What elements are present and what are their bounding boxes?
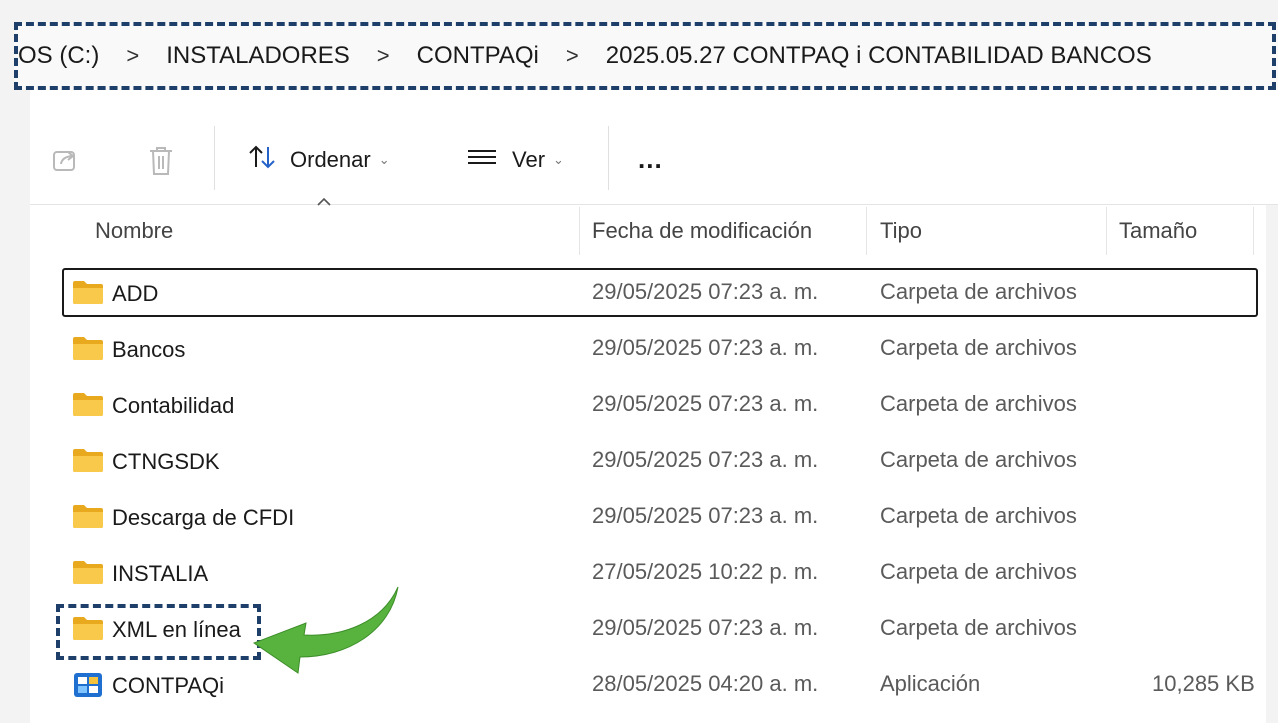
toolbar-divider	[608, 126, 609, 190]
pointer-arrow-icon	[252, 586, 399, 674]
column-header-size[interactable]: Tamaño	[1119, 212, 1197, 250]
file-name[interactable]: CTNGSDK	[112, 449, 220, 475]
file-date: 27/05/2025 10:22 p. m.	[592, 559, 819, 584]
sort-label: Ordenar	[290, 147, 371, 172]
file-size: 10,285 KB	[1152, 671, 1255, 696]
column-header-name[interactable]: Nombre	[95, 212, 173, 250]
sort-button[interactable]: Ordenar ⌄	[246, 140, 390, 180]
file-name[interactable]: INSTALIA	[112, 561, 208, 587]
folder-icon	[73, 561, 103, 584]
file-type: Carpeta de archivos	[880, 559, 1077, 584]
file-type: Carpeta de archivos	[880, 503, 1077, 528]
folder-icon	[73, 337, 103, 360]
folder-icon	[73, 449, 103, 472]
breadcrumb-separator[interactable]: >	[566, 43, 579, 69]
view-label: Ver	[512, 147, 546, 172]
column-divider[interactable]	[866, 207, 867, 255]
file-name[interactable]: Contabilidad	[112, 393, 234, 419]
file-date: 29/05/2025 07:23 a. m.	[592, 391, 819, 416]
file-name[interactable]: Bancos	[112, 337, 185, 363]
breadcrumb-separator[interactable]: >	[126, 43, 139, 69]
column-divider[interactable]	[579, 207, 580, 255]
delete-icon[interactable]	[146, 145, 176, 182]
toolbar-divider	[214, 126, 215, 190]
view-list-icon	[466, 145, 498, 175]
breadcrumb[interactable]: OS (C:) > INSTALADORES > CONTPAQi > 2025…	[14, 22, 1278, 90]
file-type: Carpeta de archivos	[880, 335, 1077, 360]
chevron-down-icon: ⌄	[553, 152, 564, 167]
file-type: Carpeta de archivos	[880, 391, 1077, 416]
file-type: Aplicación	[880, 671, 981, 696]
file-name[interactable]: CONTPAQi	[112, 673, 224, 699]
breadcrumb-separator[interactable]: >	[377, 43, 390, 69]
column-divider[interactable]	[1253, 207, 1254, 255]
file-type: Carpeta de archivos	[880, 615, 1077, 640]
file-date: 29/05/2025 07:23 a. m.	[592, 447, 819, 472]
view-button[interactable]: Ver ⌄	[466, 140, 564, 180]
file-name[interactable]: ADD	[112, 281, 158, 307]
file-date: 29/05/2025 07:23 a. m.	[592, 615, 819, 640]
breadcrumb-item-drive[interactable]: OS (C:)	[18, 42, 99, 70]
app-icon	[74, 673, 102, 697]
folder-icon	[73, 393, 103, 416]
file-type: Carpeta de archivos	[880, 447, 1077, 472]
chevron-down-icon: ⌄	[378, 152, 390, 167]
file-name[interactable]: Descarga de CFDI	[112, 505, 294, 531]
breadcrumb-item-current-folder[interactable]: 2025.05.27 CONTPAQ i CONTABILIDAD BANCOS	[606, 42, 1152, 70]
file-date: 29/05/2025 07:23 a. m.	[592, 503, 819, 528]
breadcrumb-item-instaladores[interactable]: INSTALADORES	[166, 42, 350, 70]
column-divider[interactable]	[1106, 207, 1107, 255]
sort-icon	[246, 143, 282, 177]
share-icon[interactable]	[50, 145, 80, 180]
column-header-type[interactable]: Tipo	[880, 212, 922, 250]
folder-icon	[73, 505, 103, 528]
window-left-edge	[0, 0, 30, 723]
file-date: 29/05/2025 07:23 a. m.	[592, 335, 819, 360]
breadcrumb-item-contpaqi[interactable]: CONTPAQi	[417, 42, 539, 70]
vertical-scrollbar[interactable]	[1266, 205, 1278, 723]
column-header-date[interactable]: Fecha de modificación	[592, 212, 812, 250]
file-date: 29/05/2025 07:23 a. m.	[592, 279, 819, 304]
more-options-button[interactable]: ...	[638, 144, 663, 175]
window-top-edge	[0, 0, 1278, 22]
sort-ascending-indicator	[316, 195, 332, 213]
file-date: 28/05/2025 04:20 a. m.	[592, 671, 819, 696]
xml-folder-highlight-box	[56, 604, 261, 660]
folder-icon	[73, 281, 103, 304]
file-type: Carpeta de archivos	[880, 279, 1077, 304]
